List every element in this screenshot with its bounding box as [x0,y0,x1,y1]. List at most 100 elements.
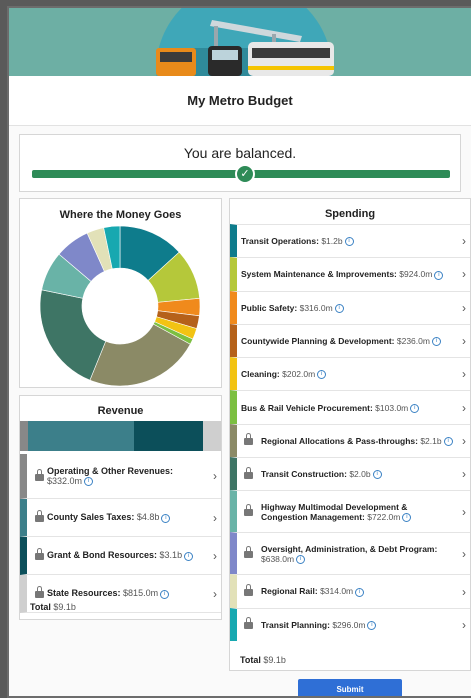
revenue-total-value: $9.1b [53,602,76,612]
spending-item-label: System Maintenance & Improvements: [241,269,397,280]
spending-item[interactable]: System Maintenance & Improvements: $924.… [230,257,470,291]
lock-icon [244,504,253,517]
chevron-right-icon[interactable]: › [462,585,466,599]
spending-item-amount: $924.0m [399,269,433,280]
revenue-item-label: Grant & Bond Resources: [47,550,158,561]
balance-status-panel: You are balanced. ✓ [19,134,461,192]
info-icon[interactable]: i [84,477,94,487]
spending-item[interactable]: Cleaning: $202.0m i › [230,357,470,391]
spending-item[interactable]: Oversight, Administration, & Debt Progra… [230,532,470,575]
spending-item-label: Bus & Rail Vehicle Procurement: [241,402,373,413]
revenue-item-operating[interactable]: Operating & Other Revenues: $332.0m i › [20,454,221,499]
chevron-right-icon[interactable]: › [213,469,217,483]
spending-item[interactable]: Countywide Planning & Development: $236.… [230,323,470,358]
lock-icon [244,584,253,597]
chevron-right-icon[interactable]: › [462,547,466,561]
revenue-item-grant-bond[interactable]: Grant & Bond Resources: $3.1b i › [20,537,221,575]
spending-item[interactable]: Public Safety: $316.0m i › [230,290,470,324]
spending-item[interactable]: Transit Planning: $296.0m i › [230,607,470,641]
chevron-right-icon[interactable]: › [462,367,466,381]
spending-item-amount: $2.1b [420,435,442,446]
transit-illustration [156,8,334,76]
spending-item[interactable]: Bus & Rail Vehicle Procurement: $103.0m i… [230,390,470,424]
spending-item-label: Regional Rail: [261,586,318,597]
spending-title: Spending [324,208,376,220]
spending-item-amount: $1.2b [321,236,343,247]
spending-item[interactable]: Highway Multimodal Development & Congest… [230,490,470,533]
spending-item-label: Cleaning: [241,369,280,380]
revenue-item-county-sales-taxes[interactable]: County Sales Taxes: $4.8b i › [20,499,221,537]
info-icon[interactable]: i [355,587,365,597]
page-title: My Metro Budget [187,93,293,108]
info-icon[interactable]: i [431,337,441,347]
chevron-right-icon[interactable]: › [462,434,466,448]
spending-list: Transit Operations: $1.2b i › System Mainte… [230,224,470,641]
revenue-stack-segment [28,421,135,451]
chevron-right-icon[interactable]: › [462,467,466,481]
spending-item-label: Regional Allocations & Pass-throughs: [261,435,418,446]
spending-item-label: Countywide Planning & Development: [241,335,395,346]
submit-button[interactable]: Submit [298,679,402,696]
donut-chart-title: Where the Money Goes [59,209,182,221]
spending-item-amount: $314.0m [320,586,354,597]
lock-icon [244,546,253,559]
info-icon[interactable]: i [344,237,354,247]
revenue-item-amount: $815.0m [123,588,159,599]
spending-item-amount: $103.0m [375,402,409,413]
spending-total-label: Total [240,655,261,665]
spending-item-amount: $236.0m [396,335,430,346]
revenue-item-amount: $332.0m [47,475,83,486]
lock-icon [244,466,253,479]
lock-icon [35,586,44,598]
spending-item[interactable]: Regional Allocations & Pass-throughs: $2… [230,423,470,458]
lock-icon [35,468,44,481]
balance-status-text: You are balanced. [183,145,297,161]
info-icon[interactable]: i [410,403,420,413]
spending-item[interactable]: Regional Rail: $314.0m i › [230,574,470,608]
spending-item-amount: $202.0m [282,369,316,380]
balance-progress-bar: ✓ [32,164,450,184]
header-banner [9,8,471,76]
revenue-total-label: Total [30,602,51,612]
spending-item[interactable]: Transit Construction: $2.0b i › [230,457,470,491]
spending-item-amount: $296.0m [332,619,366,630]
spending-item-amount: $316.0m [299,302,333,313]
spending-panel: Spending Transit Operations: $1.2b i › Syst… [229,198,471,671]
chevron-right-icon[interactable]: › [462,401,466,415]
info-icon[interactable]: i [372,470,382,480]
info-icon[interactable]: i [334,303,344,313]
info-icon[interactable]: i [367,620,377,630]
chevron-right-icon[interactable]: › [462,267,466,281]
lock-icon [35,548,44,560]
chevron-right-icon[interactable]: › [462,618,466,632]
spending-item-amount: $722.0m [367,511,401,522]
chevron-right-icon[interactable]: › [213,587,217,601]
revenue-stack-segment [202,421,221,451]
revenue-item-label: Operating & Other Revenues: [47,465,174,476]
info-icon[interactable]: i [443,437,453,447]
chevron-right-icon[interactable]: › [213,511,217,525]
revenue-item-label: State Resources: [47,588,121,599]
spending-item-amount: $2.0b [349,469,371,480]
chevron-right-icon[interactable]: › [462,334,466,348]
revenue-stacked-bar [20,421,221,451]
info-icon[interactable]: i [160,589,170,599]
info-icon[interactable]: i [434,270,444,280]
info-icon[interactable]: i [317,370,327,380]
info-icon[interactable]: i [296,555,306,564]
spending-donut-chart [39,226,201,386]
chevron-right-icon[interactable]: › [213,549,217,563]
chevron-right-icon[interactable]: › [462,505,466,519]
spending-item-label: Transit Operations: [241,236,319,247]
revenue-title: Revenue [97,405,144,417]
spending-total-value: $9.1b [263,655,286,665]
info-icon[interactable]: i [402,513,412,522]
chevron-right-icon[interactable]: › [462,301,466,315]
lock-icon [35,510,44,522]
revenue-item-amount: $3.1b [159,550,183,561]
info-icon[interactable]: i [184,551,194,561]
info-icon[interactable]: i [161,513,171,523]
spending-item-label: Transit Planning: [261,619,330,630]
chevron-right-icon[interactable]: › [462,234,466,248]
spending-item[interactable]: Transit Operations: $1.2b i › [230,224,470,258]
